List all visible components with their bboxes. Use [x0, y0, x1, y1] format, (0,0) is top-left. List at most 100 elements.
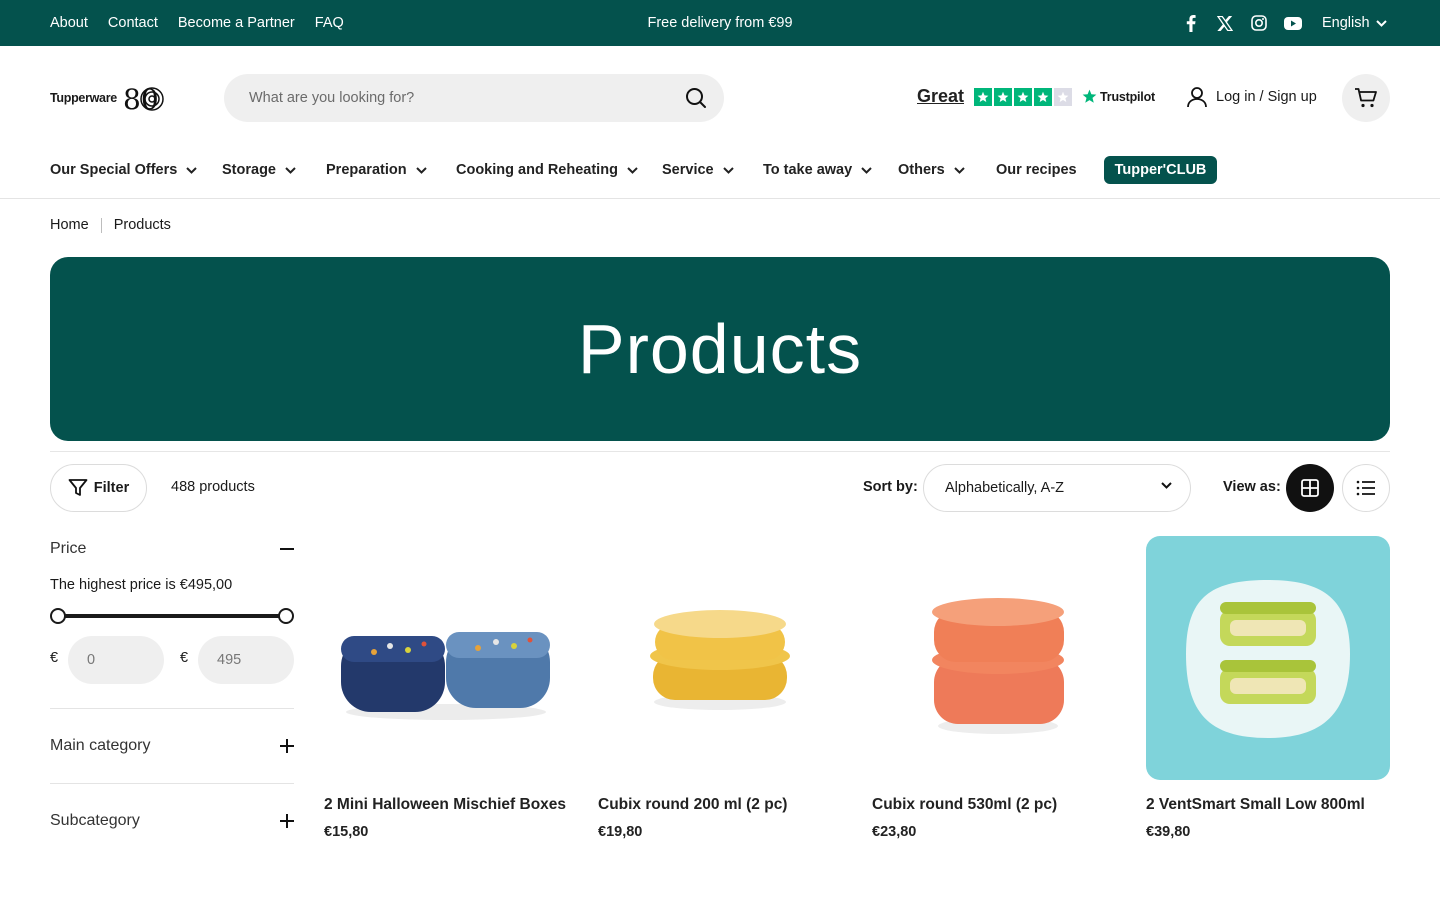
product-image-mini-halloween-boxes[interactable] [324, 536, 568, 780]
breadcrumb-separator [100, 217, 102, 233]
x-icon[interactable] [1216, 12, 1234, 34]
faq-link[interactable]: FAQ [315, 15, 344, 31]
minus-icon [280, 548, 294, 550]
currency-symbol: € [180, 650, 189, 666]
chevron-down-icon [722, 166, 734, 174]
nav-item-label: Service [662, 162, 714, 178]
list-view-button[interactable] [1342, 464, 1390, 512]
grid-view-button[interactable] [1286, 464, 1334, 512]
language-selector[interactable]: English [1322, 0, 1387, 46]
trustpilot-logo: Trustpilot [1082, 89, 1155, 104]
slider-min-handle[interactable] [50, 608, 66, 624]
chevron-down-icon [415, 166, 427, 174]
tupperware-logo[interactable]: Tupperware 80 [50, 82, 165, 114]
chevron-down-icon [627, 166, 638, 174]
product-card[interactable]: 2 VentSmart Small Low 800ml €39,80 [1146, 536, 1390, 840]
product-price: €39,80 [1146, 824, 1191, 840]
divider [50, 708, 294, 709]
product-name[interactable]: 2 VentSmart Small Low 800ml [1146, 796, 1365, 814]
main-navigation: Our Special Offers Storage Preparation C… [0, 146, 1440, 199]
nav-our-recipes[interactable]: Our recipes [996, 159, 1077, 181]
nav-item-label: Our Special Offers [50, 162, 178, 178]
product-price: €19,80 [598, 824, 643, 840]
become-partner-link[interactable]: Become a Partner [178, 15, 295, 31]
subcategory-facet[interactable]: Subcategory [50, 812, 294, 830]
product-image-ventsmart[interactable] [1146, 536, 1390, 780]
nav-to-take-away[interactable]: To take away [763, 159, 872, 181]
product-price: €23,80 [872, 824, 917, 840]
nav-item-label: Cooking and Reheating [456, 162, 618, 178]
product-count: 488 products [171, 479, 255, 495]
nav-item-label: Our recipes [996, 162, 1077, 178]
login-label: Log in / Sign up [1216, 89, 1317, 105]
divider [50, 451, 1390, 452]
trustpilot-rating-word: Great [917, 86, 965, 106]
currency-symbol: € [50, 650, 59, 666]
product-card[interactable]: Cubix round 200 ml (2 pc) €19,80 [598, 536, 842, 840]
price-range-slider[interactable] [50, 608, 294, 624]
nav-storage[interactable]: Storage [222, 159, 296, 181]
nav-others[interactable]: Others [898, 159, 965, 181]
search-input[interactable]: What are you looking for? [249, 90, 414, 106]
utility-links: About Contact Become a Partner FAQ [50, 0, 344, 46]
logo-wordmark: Tupperware [50, 91, 117, 105]
star-icon [974, 87, 993, 106]
about-link[interactable]: About [50, 15, 88, 31]
nav-preparation[interactable]: Preparation [326, 159, 427, 181]
product-name[interactable]: Cubix round 530ml (2 pc) [872, 796, 1057, 814]
product-price: €15,80 [324, 824, 369, 840]
tupperclub-button[interactable]: Tupper'CLUB [1104, 156, 1217, 184]
nav-cooking-reheating[interactable]: Cooking and Reheating [456, 159, 638, 181]
grid-icon [1301, 479, 1319, 497]
nav-special-offers[interactable]: Our Special Offers [50, 159, 198, 181]
plus-icon [280, 739, 294, 753]
filter-icon [68, 479, 88, 496]
trustpilot-star-icon [1082, 89, 1097, 103]
filter-label: Filter [93, 480, 130, 496]
product-card[interactable]: 2 Mini Halloween Mischief Boxes €15,80 [324, 536, 568, 840]
cart-icon [1355, 88, 1377, 108]
filter-button[interactable]: Filter [50, 464, 147, 512]
price-min-input[interactable]: 0 [68, 636, 164, 684]
sort-select[interactable]: Alphabetically, A-Z [923, 464, 1191, 512]
instagram-icon[interactable] [1250, 12, 1268, 34]
nav-item-label: Others [898, 162, 945, 178]
product-image-cubix-200[interactable] [598, 536, 842, 780]
subcategory-title: Subcategory [50, 812, 140, 829]
chevron-down-icon [954, 166, 965, 174]
product-image-cubix-530[interactable] [872, 536, 1116, 780]
nav-item-label: To take away [763, 162, 853, 178]
nav-item-label: Preparation [326, 162, 407, 178]
search-icon[interactable] [684, 86, 708, 115]
slider-track [58, 614, 286, 618]
chevron-down-icon [1161, 482, 1172, 489]
hero-banner: Products [50, 257, 1390, 441]
search-bar[interactable]: What are you looking for? [224, 74, 724, 122]
price-facet-header[interactable]: Price [50, 540, 294, 558]
trustpilot-widget[interactable]: Great Trustpilot [917, 86, 1155, 107]
plus-icon [280, 814, 294, 828]
product-card[interactable]: Cubix round 530ml (2 pc) €23,80 [872, 536, 1116, 840]
view-as-label: View as: [1223, 479, 1281, 495]
facebook-icon[interactable] [1182, 12, 1200, 34]
contact-link[interactable]: Contact [108, 15, 158, 31]
main-category-facet[interactable]: Main category [50, 737, 294, 755]
product-name[interactable]: 2 Mini Halloween Mischief Boxes [324, 796, 566, 814]
social-links [1182, 12, 1302, 34]
breadcrumb-home[interactable]: Home [50, 217, 89, 233]
youtube-icon[interactable] [1284, 12, 1302, 34]
divider [50, 783, 294, 784]
sort-value: Alphabetically, A-Z [945, 480, 1065, 496]
star-icon [994, 87, 1013, 106]
price-facet-title: Price [50, 540, 87, 557]
nav-service[interactable]: Service [662, 159, 734, 181]
login-signup-link[interactable]: Log in / Sign up [1186, 86, 1317, 108]
price-max-input[interactable]: 495 [198, 636, 294, 684]
product-name[interactable]: Cubix round 200 ml (2 pc) [598, 796, 787, 814]
cart-button[interactable] [1342, 74, 1390, 122]
chevron-down-icon [186, 166, 198, 174]
slider-max-handle[interactable] [278, 608, 294, 624]
nav-item-label: Storage [222, 162, 276, 178]
chevron-down-icon [861, 166, 872, 174]
chevron-down-icon [1375, 19, 1387, 27]
